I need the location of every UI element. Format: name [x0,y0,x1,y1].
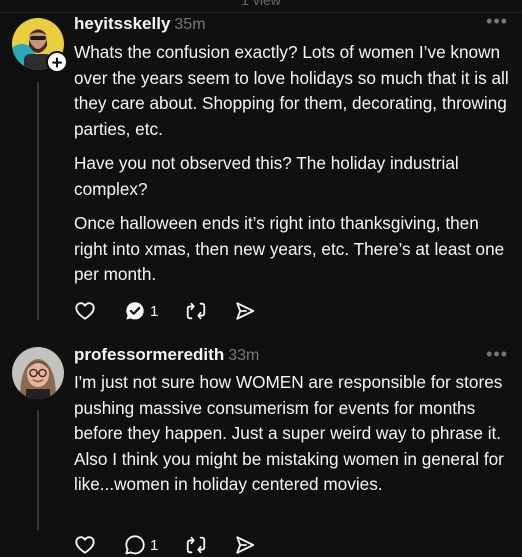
post-body: I'm just not sure how WOMEN are responsi… [74,370,514,498]
thread-line [37,82,39,320]
comment-icon [125,535,145,555]
paragraph: Once halloween ends it’s right into than… [74,213,505,284]
paragraph: Also I think you might be mistaking wome… [74,448,504,495]
share-button[interactable] [234,533,256,557]
share-button[interactable] [234,299,256,323]
paragraph: Have you not observed this? The holiday … [74,153,459,199]
paragraph: Whats the confusion exactly? Lots of wom… [74,42,509,139]
repost-icon [186,302,206,320]
timestamp: 35m [174,16,206,33]
username[interactable]: heyitsskelly [74,14,170,33]
repost-button[interactable] [185,533,207,557]
action-bar: 1 [74,299,294,323]
reply-count: 1 [150,536,159,554]
heart-icon [75,536,95,554]
thread-line [37,410,39,530]
post-body: Whats the confusion exactly? Lots of wom… [74,40,514,288]
comment-icon [126,302,144,320]
divider [0,12,522,13]
view-count-partial: 1 view [241,0,281,8]
avatar[interactable] [12,347,64,399]
timestamp: 33m [228,347,260,364]
reply-button[interactable]: 1 [124,533,158,557]
repost-icon [186,536,206,554]
username[interactable]: professormeredith [74,345,224,364]
reply-button[interactable]: 1 [124,299,158,323]
username-label[interactable]: professormeredith 33m [74,345,259,366]
repost-button[interactable] [185,299,207,323]
action-bar: 1 [74,533,294,557]
paragraph: I'm just not sure how WOMEN are responsi… [74,372,503,443]
more-icon[interactable]: ••• [486,345,508,363]
send-icon [236,302,255,320]
like-button[interactable] [74,533,96,557]
heart-icon [75,302,95,320]
like-button[interactable] [74,299,96,323]
username-label[interactable]: heyitsskelly 35m [74,14,206,35]
send-icon [236,536,255,554]
follow-button[interactable]: + [46,51,68,74]
more-icon[interactable]: ••• [486,12,508,30]
reply-count: 1 [150,302,159,320]
